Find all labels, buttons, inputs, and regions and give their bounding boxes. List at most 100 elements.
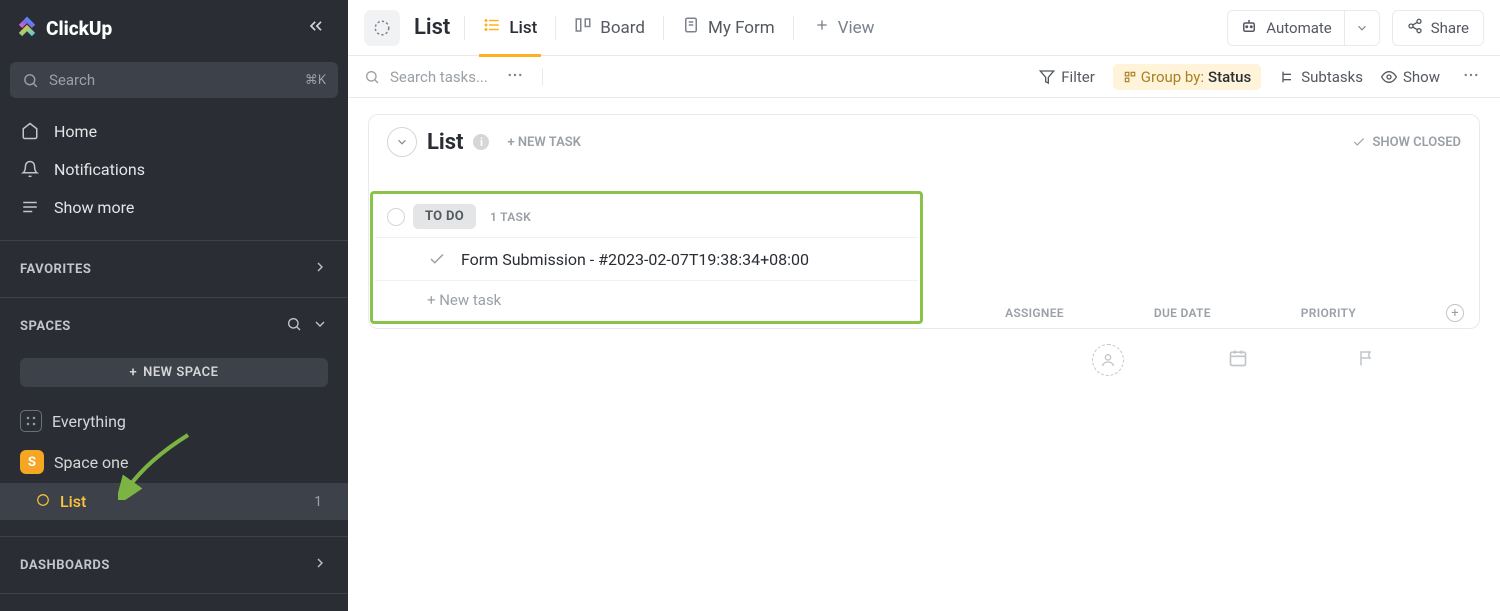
section-dashboards-label: DASHBOARDS [20, 558, 110, 573]
robot-icon [1240, 17, 1258, 39]
check-icon [1352, 135, 1366, 149]
topbar-left: List List Board My Form [364, 0, 880, 56]
sidebar: ClickUp Search ⌘K Home Notificat [0, 0, 348, 611]
toolbar: Search tasks... Filter Group by: Status … [348, 56, 1500, 98]
nav-show-more[interactable]: Show more [6, 188, 342, 226]
task-row-icons [1092, 338, 1464, 382]
show-closed-label: SHOW CLOSED [1372, 135, 1461, 150]
tab-list-label: List [509, 18, 537, 38]
subtasks-button[interactable]: Subtasks [1279, 68, 1363, 86]
show-closed-button[interactable]: SHOW CLOSED [1352, 135, 1461, 150]
section-favorites[interactable]: FAVORITES [0, 241, 348, 297]
topbar-right: Automate Share [1227, 10, 1484, 46]
automate-button-group: Automate [1227, 10, 1379, 46]
section-spaces-label: SPACES [20, 319, 71, 334]
page-title: List [414, 15, 450, 40]
automate-button[interactable]: Automate [1228, 17, 1343, 39]
space-badge: S [20, 450, 44, 474]
new-space-label: NEW SPACE [143, 365, 218, 380]
list-view-icon [483, 16, 501, 39]
toolbar-more-button[interactable] [1458, 62, 1484, 92]
tab-board[interactable]: Board [570, 0, 649, 56]
nav-home[interactable]: Home [6, 112, 342, 150]
chevron-down-icon[interactable] [312, 316, 328, 336]
section-favorites-label: FAVORITES [20, 262, 91, 277]
bell-icon [20, 159, 40, 179]
section-dashboards[interactable]: DASHBOARDS [0, 537, 348, 593]
info-button[interactable]: i [473, 134, 489, 150]
highlight-annotation: TO DO 1 TASK Form Submission - #2023-02-… [370, 191, 923, 324]
tree-list[interactable]: List 1 [0, 483, 348, 520]
main: List List Board My Form [348, 0, 1500, 611]
tree-space-one[interactable]: S Space one [0, 441, 348, 483]
search-more-button[interactable] [502, 62, 528, 92]
view-label: View [838, 18, 875, 38]
section-spaces[interactable]: SPACES [0, 298, 348, 354]
tab-list[interactable]: List [479, 0, 541, 56]
show-button[interactable]: Show [1381, 68, 1440, 86]
tab-my-form[interactable]: My Form [678, 0, 779, 56]
tab-my-form-label: My Form [708, 18, 775, 38]
search-icon [22, 72, 39, 89]
add-column-button[interactable]: + [1446, 304, 1464, 322]
collapse-sidebar-button[interactable] [302, 12, 330, 44]
col-priority: PRIORITY [1301, 306, 1356, 320]
list-name: List [427, 130, 463, 155]
new-task-bottom-button[interactable]: + New task [375, 281, 918, 319]
automate-dropdown[interactable] [1344, 11, 1379, 45]
content: List i + NEW TASK SHOW CLOSED ASSIGNEE D… [348, 98, 1500, 345]
share-label: Share [1431, 19, 1469, 37]
eye-icon [1381, 69, 1397, 85]
everything-icon [20, 410, 42, 432]
tree-everything[interactable]: Everything [0, 401, 348, 441]
list-icon [36, 492, 50, 511]
due-date-picker[interactable] [1228, 348, 1248, 372]
list-type-icon[interactable] [364, 10, 400, 46]
add-view-button[interactable]: View [808, 17, 881, 38]
task-row[interactable]: Form Submission - #2023-02-07T19:38:34+0… [375, 237, 918, 281]
new-space-button[interactable]: + NEW SPACE [20, 358, 328, 387]
tab-board-label: Board [600, 18, 645, 38]
search-placeholder: Search [49, 71, 95, 89]
filter-label: Filter [1061, 68, 1095, 86]
status-pill[interactable]: TO DO [413, 204, 476, 229]
search-input[interactable]: Search ⌘K [10, 62, 338, 98]
nav-notifications[interactable]: Notifications [6, 150, 342, 188]
share-button[interactable]: Share [1392, 10, 1484, 46]
task-count-label: 1 TASK [490, 210, 531, 224]
collapse-list-button[interactable] [387, 127, 417, 157]
search-spaces-icon[interactable] [286, 316, 302, 336]
filter-button[interactable]: Filter [1039, 68, 1095, 86]
search-tasks-input[interactable]: Search tasks... [364, 68, 488, 86]
task-checkbox[interactable] [427, 249, 447, 269]
group-by-button[interactable]: Group by: Status [1113, 64, 1261, 90]
plus-icon [814, 17, 830, 38]
assignee-picker[interactable] [1092, 344, 1124, 376]
search-left: Search [22, 71, 95, 89]
status-group-header[interactable]: TO DO 1 TASK [375, 196, 918, 237]
column-headers: ASSIGNEE DUE DATE PRIORITY + [1005, 304, 1464, 322]
chevron-right-icon [312, 555, 328, 575]
subtasks-label: Subtasks [1301, 68, 1363, 86]
search-tasks-placeholder: Search tasks... [390, 68, 488, 86]
automate-label: Automate [1266, 19, 1331, 37]
logo-icon [14, 15, 40, 41]
form-view-icon [682, 16, 700, 39]
group-icon [1123, 70, 1137, 84]
logo[interactable]: ClickUp [14, 15, 112, 41]
calendar-icon [1228, 348, 1248, 368]
col-due-date: DUE DATE [1154, 306, 1211, 320]
toolbar-left: Search tasks... [364, 62, 543, 92]
plus-icon: + [129, 365, 137, 380]
nav-notifications-label: Notifications [54, 160, 145, 179]
chevron-down-icon [1355, 21, 1369, 35]
priority-picker[interactable] [1358, 349, 1376, 371]
toolbar-right: Filter Group by: Status Subtasks Show [1039, 62, 1484, 92]
new-task-top-button[interactable]: + NEW TASK [507, 135, 580, 150]
show-label: Show [1403, 68, 1440, 86]
board-view-icon [574, 16, 592, 39]
nav-home-label: Home [54, 122, 97, 141]
search-icon [364, 69, 380, 85]
collapse-group-icon[interactable] [387, 208, 405, 226]
subtasks-icon [1279, 69, 1295, 85]
